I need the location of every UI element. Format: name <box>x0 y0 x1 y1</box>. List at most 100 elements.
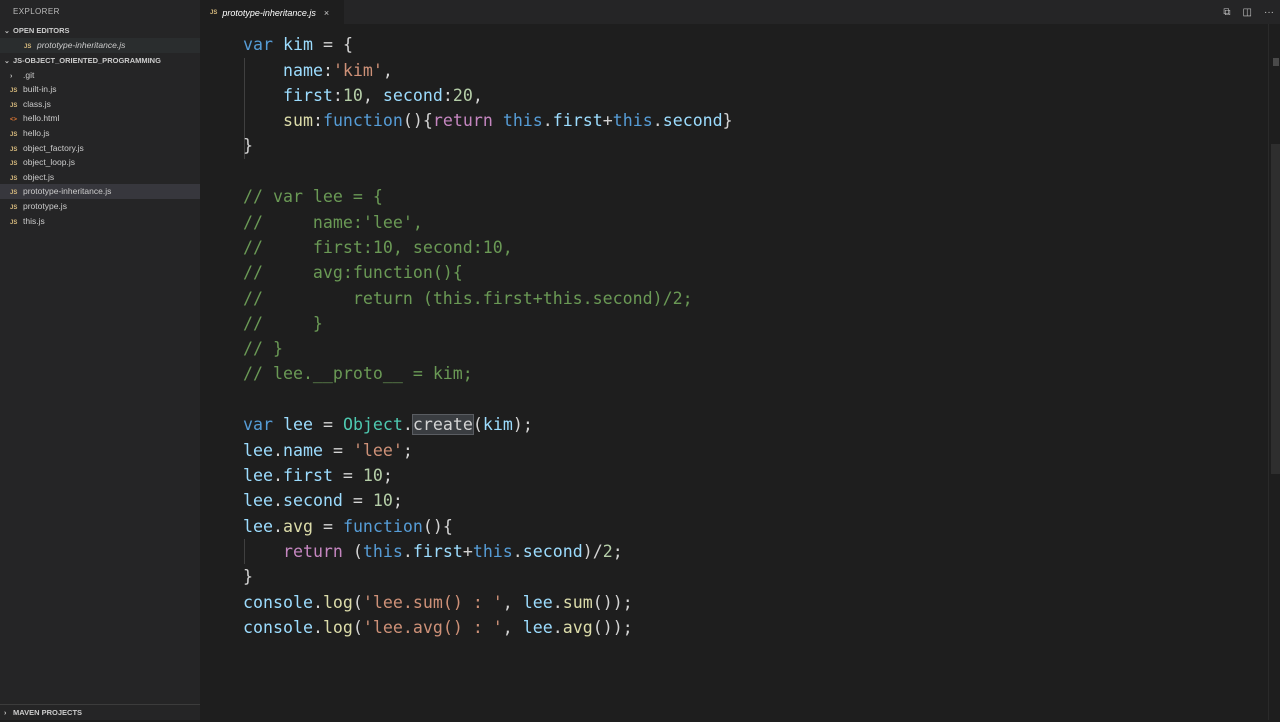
code-editor[interactable]: var kim = { name:'kim', first:10, second… <box>200 24 1268 720</box>
code-token: , <box>382 61 393 80</box>
code-token: sum <box>562 593 593 612</box>
code-token: // return (this.first+this.second)/2; <box>243 289 693 308</box>
code-token: console <box>243 593 313 612</box>
tab-label: prototype-inheritance.js <box>222 7 316 18</box>
tab-bar: JS prototype-inheritance.js × ⧉ ◫ ··· <box>200 0 1280 24</box>
code-token: first <box>282 86 333 105</box>
code-token: lee <box>243 441 273 460</box>
code-line: console.log('lee.avg() : ', lee.avg()); <box>243 615 633 640</box>
code-token: . <box>402 415 413 434</box>
code-token: 10 <box>362 466 383 485</box>
code-token: // } <box>243 339 283 358</box>
code-token: lee <box>522 618 553 637</box>
scrollbar-thumb[interactable] <box>1271 144 1280 474</box>
code-token: name <box>282 441 323 460</box>
code-line: // var lee = { <box>243 184 383 209</box>
code-token: avg <box>282 517 313 536</box>
close-icon[interactable]: × <box>324 8 329 18</box>
project-label: JS-OBJECT_ORIENTED_PROGRAMMING <box>13 55 161 65</box>
code-token: = { <box>312 35 353 54</box>
code-token: . <box>402 542 413 561</box>
code-line: // name:'lee', <box>243 210 423 235</box>
file-item[interactable]: JS object_loop.js <box>0 155 200 170</box>
overview-ruler-mark <box>1273 58 1279 66</box>
code-token: ; <box>612 542 623 561</box>
code-token: // var lee = { <box>243 187 383 206</box>
code-token: // first:10, second:10, <box>243 238 513 257</box>
open-changes-icon[interactable]: ⧉ <box>1223 7 1230 18</box>
code-token: return <box>282 542 343 561</box>
code-token: console <box>243 618 313 637</box>
code-token: Object <box>342 415 403 434</box>
editor-actions: ⧉ ◫ ··· <box>1223 0 1274 24</box>
open-editor-item[interactable]: JS prototype-inheritance.js <box>0 38 200 53</box>
code-line: } <box>243 133 253 158</box>
vertical-scrollbar[interactable] <box>1268 24 1280 720</box>
file-item[interactable]: JS class.js <box>0 97 200 112</box>
open-editors-header[interactable]: ⌄ OPEN EDITORS <box>0 24 200 38</box>
file-item[interactable]: JS prototype.js <box>0 199 200 214</box>
code-line: lee.second = 10; <box>243 488 403 513</box>
code-token: return <box>432 111 493 130</box>
code-token: . <box>552 593 563 612</box>
code-line: return (this.first+this.second)/2; <box>243 539 623 564</box>
code-line: console.log('lee.sum() : ', lee.sum()); <box>243 590 633 615</box>
file-label: this.js <box>23 215 45 226</box>
project-header[interactable]: ⌄ JS-OBJECT_ORIENTED_PROGRAMMING <box>0 54 200 68</box>
code-token: . <box>312 618 323 637</box>
code-line: var lee = Object.create(kim); <box>243 412 533 437</box>
split-editor-icon[interactable]: ◫ <box>1243 7 1252 18</box>
file-tree: › .git JS built-in.js JS class.js <> hello.html… <box>0 68 200 229</box>
code-line: lee.first = 10; <box>243 463 393 488</box>
code-token: function <box>342 517 423 536</box>
code-token: lee <box>282 415 313 434</box>
file-label: prototype.js <box>23 200 67 211</box>
code-token: second <box>662 111 723 130</box>
more-actions-icon[interactable]: ··· <box>1264 7 1274 18</box>
code-token: = <box>312 517 343 536</box>
code-token: } <box>722 111 733 130</box>
code-token: // } <box>243 314 323 333</box>
tab-prototype-inheritance[interactable]: JS prototype-inheritance.js × <box>200 0 344 24</box>
file-item[interactable]: JS prototype-inheritance.js <box>0 184 200 199</box>
code-token: . <box>552 618 563 637</box>
file-item[interactable]: JS built-in.js <box>0 82 200 97</box>
code-token: kim <box>282 35 313 54</box>
js-file-icon: JS <box>24 44 32 50</box>
maven-projects-header[interactable]: › MAVEN PROJECTS <box>0 704 200 720</box>
code-token: , <box>502 618 523 637</box>
code-token: 20 <box>452 86 473 105</box>
code-line: // } <box>243 311 323 336</box>
code-token: 10 <box>342 86 363 105</box>
code-token: , <box>362 86 383 105</box>
code-token: 'lee.sum() : ' <box>362 593 503 612</box>
file-item[interactable]: <> hello.html <box>0 111 200 126</box>
code-token: . <box>272 491 283 510</box>
code-token: ( <box>342 542 363 561</box>
code-token: 'lee.avg() : ' <box>362 618 503 637</box>
file-item[interactable]: › .git <box>0 68 200 83</box>
code-token: function <box>322 111 403 130</box>
code-token: : <box>332 86 343 105</box>
code-token: first <box>412 542 463 561</box>
code-token: , <box>472 86 483 105</box>
code-line: first:10, second:20, <box>243 83 483 108</box>
file-item[interactable]: JS hello.js <box>0 126 200 141</box>
file-item[interactable]: JS this.js <box>0 214 200 229</box>
code-token: ( <box>352 618 363 637</box>
code-token: (){ <box>422 517 453 536</box>
file-item[interactable]: JS object_factory.js <box>0 141 200 156</box>
code-token: lee <box>522 593 553 612</box>
file-label: object.js <box>23 171 55 182</box>
code-token: // name:'lee', <box>243 213 423 232</box>
file-item[interactable]: JS object.js <box>0 170 200 185</box>
code-line: var kim = { <box>243 32 353 57</box>
code-line: } <box>243 564 253 589</box>
code-token: this <box>502 111 543 130</box>
code-line: // first:10, second:10, <box>243 235 513 260</box>
